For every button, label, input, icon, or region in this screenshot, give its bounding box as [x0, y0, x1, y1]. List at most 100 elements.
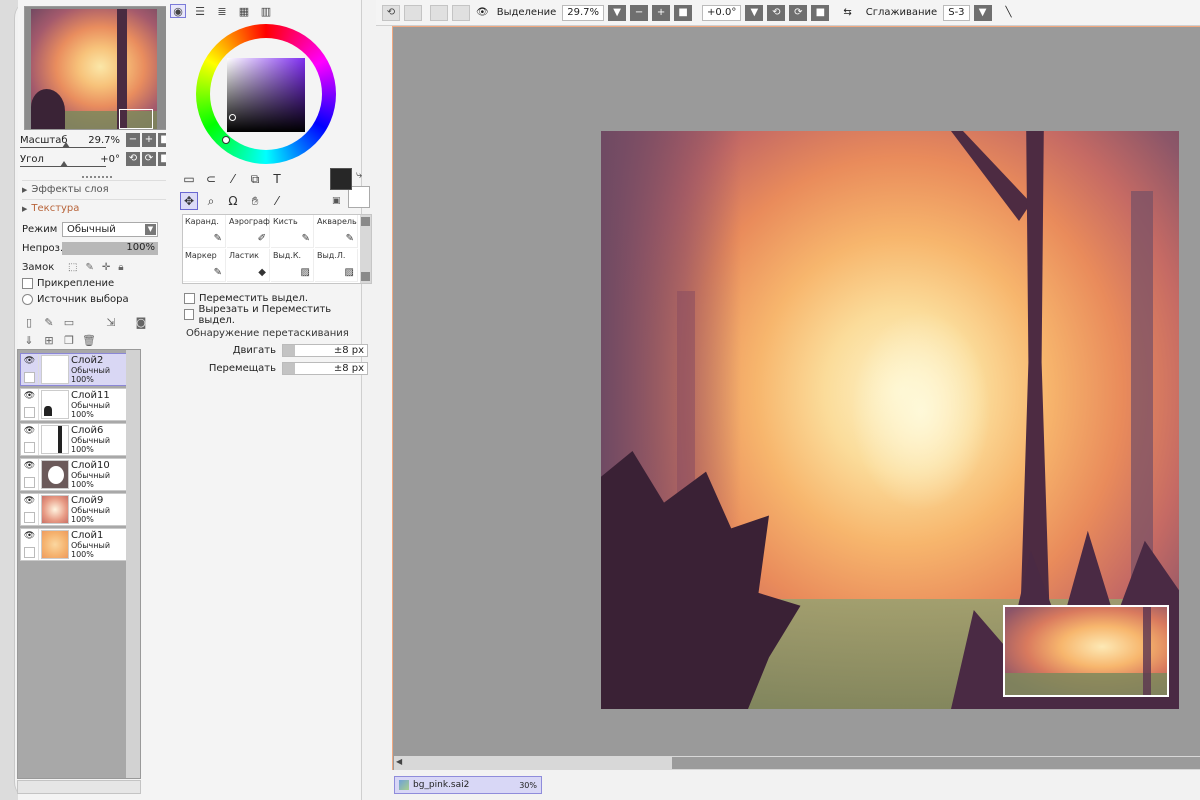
layer-item[interactable]: 👁︎ Слой10 Обычный 100% [20, 458, 138, 491]
lasso-tool-icon[interactable]: ⊂ [202, 170, 220, 188]
shape-tool-icon[interactable]: ⧉ [246, 170, 264, 188]
blend-mode-select[interactable]: Обычный ▼ [62, 221, 158, 237]
zoom-in-icon[interactable]: + [652, 4, 671, 21]
rotate-right-icon[interactable]: ⟳ [789, 4, 808, 21]
swap-colors-icon[interactable]: ⤷ [356, 168, 362, 182]
lock-all-icon[interactable]: 🔒︎ [118, 262, 123, 273]
text-tool-icon[interactable]: T [268, 170, 286, 188]
opacity-slider[interactable]: 100% [62, 241, 158, 255]
drag-threshold-slider[interactable]: ±8 px [282, 344, 368, 357]
zoom-dropdown-icon[interactable]: ▼ [608, 4, 627, 21]
scroll-left-icon[interactable]: ◀ [396, 757, 406, 769]
merge-down-icon[interactable]: ⇓ [22, 333, 36, 347]
zoom-slider-knob[interactable] [62, 142, 70, 148]
zoom-in-button[interactable]: + [142, 133, 156, 147]
layer-checkbox[interactable] [24, 477, 35, 488]
selection-source-row[interactable]: Источник выбора [22, 292, 129, 307]
color-wheel-tab-icon[interactable]: ◉ [170, 4, 186, 18]
pen-pressure-icon[interactable]: ╲ [1006, 7, 1012, 18]
zoom-fit-icon[interactable]: ■ [674, 4, 693, 21]
deselect-icon[interactable] [430, 4, 448, 21]
navigator-view-rect[interactable] [119, 109, 153, 129]
hue-marker[interactable] [222, 136, 230, 144]
move-threshold-slider[interactable]: ±8 px [282, 362, 368, 375]
layer-checkbox[interactable] [24, 442, 35, 453]
angle-field[interactable]: +0.0° [702, 4, 742, 21]
reference-preview[interactable] [1003, 605, 1169, 697]
scroll-down-icon[interactable] [361, 272, 370, 281]
brush-eraser[interactable]: Ластик ◆ [227, 249, 270, 282]
eye-icon[interactable]: 👁︎ [476, 7, 489, 18]
brush-scrollbar[interactable] [360, 215, 371, 283]
move-tool-icon[interactable]: ✥ [180, 192, 198, 210]
zoom-field[interactable]: 29.7% [562, 4, 605, 21]
layer-item[interactable]: 👁︎ Слой9 Обычный 100% [20, 493, 138, 526]
eye-icon[interactable]: 👁︎ [24, 356, 35, 366]
clipping-checkbox-row[interactable]: Прикрепление [22, 276, 114, 291]
brush-airbrush[interactable]: Аэрограф ✐ [227, 215, 270, 248]
move-selection-checkbox[interactable] [184, 293, 195, 304]
file-tab[interactable]: bg_pink.sai2 30% [394, 776, 542, 794]
smoothing-field[interactable]: S-3 [943, 4, 970, 21]
saturation-value-square[interactable] [227, 58, 305, 132]
canvas-area[interactable] [392, 26, 1200, 770]
zoom-out-button[interactable]: − [126, 133, 140, 147]
selection-source-radio[interactable] [22, 294, 33, 305]
eyedropper-tool-icon[interactable]: ⁄ [268, 192, 286, 210]
hscroll-thumb[interactable] [672, 757, 1200, 769]
canvas-hscroll[interactable]: ◀ [394, 756, 1200, 770]
layers-scrollbar[interactable] [126, 350, 140, 778]
duplicate-layer-icon[interactable]: ❐ [62, 333, 76, 347]
smoothing-dropdown-icon[interactable]: ▼ [973, 4, 992, 21]
layer-item[interactable]: 👁︎ Слой6 Обычный 100% [20, 423, 138, 456]
brush-watercolor[interactable]: Акварель ✎ [315, 215, 358, 248]
eye-icon[interactable]: 👁︎ [24, 496, 35, 506]
brush-brush[interactable]: Кисть ✎ [271, 215, 314, 248]
eye-icon[interactable]: 👁︎ [24, 531, 35, 541]
eye-icon[interactable]: 👁︎ [24, 461, 35, 471]
swatches-tab-icon[interactable]: ▦ [236, 4, 252, 18]
zoom-out-icon[interactable]: − [630, 4, 649, 21]
scroll-up-icon[interactable] [361, 217, 370, 226]
clipping-checkbox[interactable] [22, 278, 33, 289]
eye-icon[interactable]: 👁︎ [24, 426, 35, 436]
rgb-sliders-tab-icon[interactable]: ☰ [192, 4, 208, 18]
cut-move-selection-checkbox[interactable] [184, 309, 195, 320]
eye-icon[interactable]: 👁︎ [24, 391, 35, 401]
delete-layer-icon[interactable]: 🗑︎ [82, 333, 96, 347]
undo-icon[interactable]: ⟲ [382, 4, 400, 21]
navigator[interactable] [24, 6, 174, 130]
pen-lock-icon[interactable] [24, 372, 35, 383]
redo-icon[interactable] [404, 4, 422, 21]
flip-horizontal-icon[interactable]: ⇆ [843, 7, 851, 18]
layer-transfer-icon[interactable]: ⇲ [104, 315, 118, 329]
new-layer-icon[interactable]: ▯ [22, 315, 36, 329]
foreground-color-swatch[interactable] [330, 168, 352, 190]
lock-paint-icon[interactable]: ✎ [85, 262, 93, 273]
layer-checkbox[interactable] [24, 547, 35, 558]
lock-transparency-icon[interactable]: ⬚ [68, 262, 77, 273]
add-layer-icon[interactable]: ⊞ [42, 333, 56, 347]
brush-pencil[interactable]: Каранд. ✎ [183, 215, 226, 248]
layer-item[interactable]: 👁︎ Слой11 Обычный 100% [20, 388, 138, 421]
layers-list[interactable]: 👁︎ Слой2 Обычный 100% 👁︎ Слой11 Обычный … [17, 349, 141, 779]
cut-move-selection-option[interactable]: Вырезать и Переместить выдел. [184, 304, 361, 326]
hsv-sliders-tab-icon[interactable]: ≣ [214, 4, 230, 18]
angle-slider-knob[interactable] [60, 161, 68, 167]
layer-mask-icon[interactable]: ◙ [134, 315, 148, 329]
new-folder-icon[interactable]: ▭ [62, 315, 76, 329]
layer-effects-section[interactable]: ▶ Эффекты слоя [22, 180, 174, 198]
layer-checkbox[interactable] [24, 407, 35, 418]
invert-selection-icon[interactable] [452, 4, 470, 21]
rotate-tool-icon[interactable]: Ω [224, 192, 242, 210]
rotate-left-icon[interactable]: ⟲ [767, 4, 786, 21]
color-wheel[interactable] [196, 24, 336, 164]
scratchpad-tab-icon[interactable]: ▥ [258, 4, 274, 18]
reset-colors-icon[interactable]: ▣ [332, 196, 341, 206]
rotate-right-button[interactable]: ⟳ [142, 152, 156, 166]
lock-move-icon[interactable]: ✛ [102, 262, 110, 273]
new-linework-layer-icon[interactable]: ✎ [42, 315, 56, 329]
brush-select-eraser[interactable]: Выд.Л. ▨ [315, 249, 358, 282]
layer-checkbox[interactable] [24, 512, 35, 523]
zoom-value[interactable]: 29.7% [74, 135, 124, 146]
